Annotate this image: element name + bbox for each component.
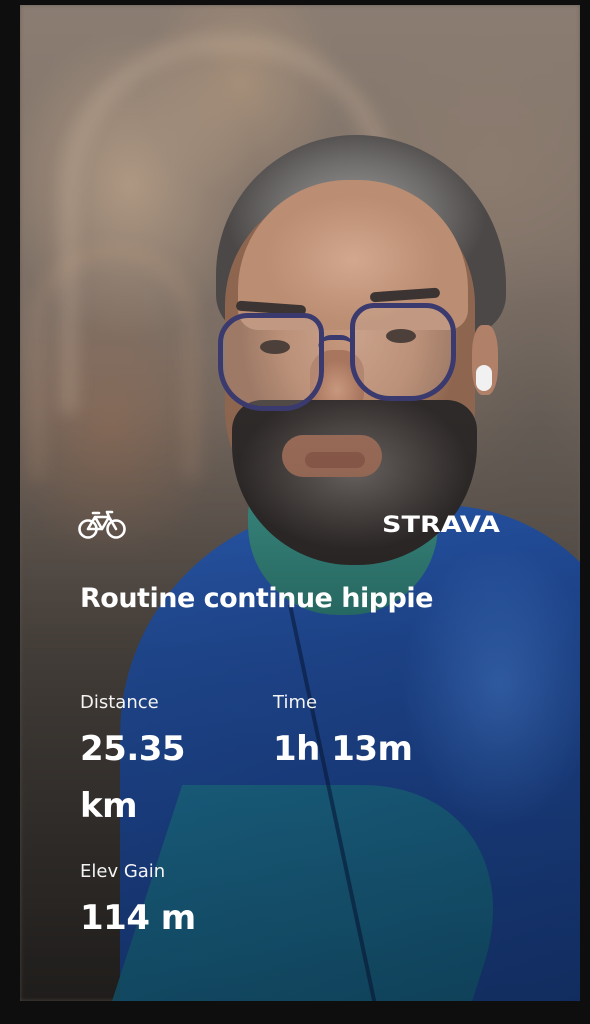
stat-value: 114 m <box>80 898 196 938</box>
stat-time: Time 1h 13m <box>273 692 533 778</box>
stat-distance: Distance 25.35 km <box>80 692 250 835</box>
stat-label: Time <box>273 692 318 713</box>
stat-value: 1h 13m <box>273 729 413 769</box>
bicycle-icon <box>78 510 126 539</box>
activity-title: Routine continue hippie <box>80 583 433 614</box>
stat-label: Elev Gain <box>80 861 166 882</box>
stat-value: 25.35 km <box>80 729 186 826</box>
stat-label: Distance <box>80 692 159 713</box>
legibility-gradient <box>20 5 580 1001</box>
activity-share-card: STRAVA Routine continue hippie Distance … <box>20 5 580 1001</box>
strava-logo: STRAVA <box>382 513 500 536</box>
strava-wordmark: STRAVA <box>382 513 500 536</box>
stat-elev-gain: Elev Gain 114 m <box>80 861 320 947</box>
